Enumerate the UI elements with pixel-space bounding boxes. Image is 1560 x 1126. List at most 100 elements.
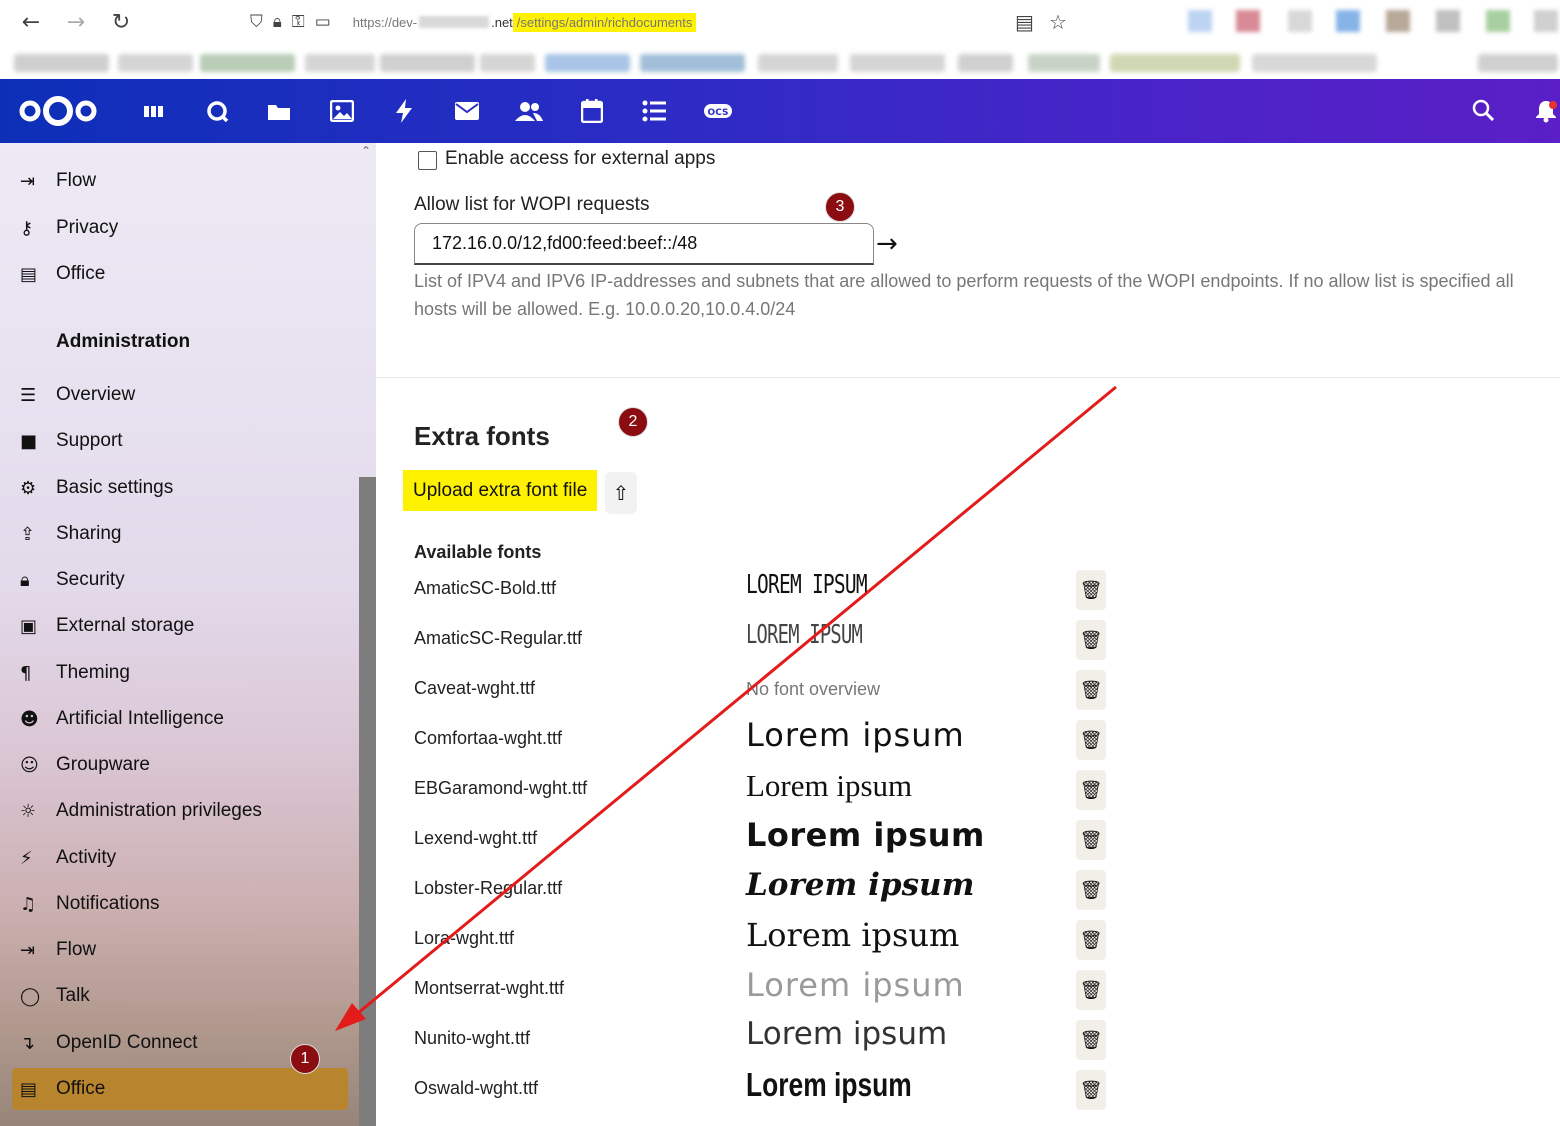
lock-icon[interactable]: 🔒︎ bbox=[273, 12, 282, 32]
bookmark-item[interactable] bbox=[850, 54, 945, 72]
delete-trash-icon[interactable]: 🗑 bbox=[1076, 720, 1106, 760]
nextcloud-logo[interactable] bbox=[18, 95, 98, 127]
sidebar-item-administration-privileges[interactable]: ☼ Administration privileges bbox=[12, 790, 348, 832]
upload-icon[interactable]: ⇧ bbox=[605, 472, 637, 514]
sidebar-item-security[interactable]: 🔒︎ Security bbox=[12, 559, 348, 601]
reader-view-icon[interactable]: ▤ bbox=[1015, 10, 1034, 34]
bookmark-item[interactable] bbox=[380, 54, 475, 72]
delete-trash-icon[interactable]: 🗑 bbox=[1076, 670, 1106, 710]
delete-trash-icon[interactable]: 🗑 bbox=[1076, 970, 1106, 1010]
calendar-icon[interactable] bbox=[577, 97, 607, 125]
search-icon[interactable] bbox=[1472, 99, 1495, 127]
address-bar[interactable]: ⛉ 🔒︎ ⚿ ▭ https://dev- .net /settings/adm… bbox=[250, 8, 697, 36]
delete-trash-icon[interactable]: 🗑 bbox=[1076, 1070, 1106, 1110]
delete-trash-icon[interactable]: 🗑 bbox=[1076, 570, 1106, 610]
reload-icon[interactable]: ↻ bbox=[107, 8, 135, 36]
extension-icon[interactable] bbox=[1336, 10, 1360, 32]
dashboard-icon[interactable] bbox=[139, 97, 169, 125]
delete-trash-icon[interactable]: 🗑 bbox=[1076, 620, 1106, 660]
extra-fonts-title: Extra fonts bbox=[414, 421, 550, 451]
font-row: Comfortaa-wght.ttf Lorem ipsum 🗑 bbox=[376, 716, 1560, 770]
files-icon[interactable] bbox=[264, 97, 294, 125]
gear-icon: ⚙ bbox=[20, 477, 37, 499]
talk-icon[interactable] bbox=[202, 97, 232, 125]
bookmark-item[interactable] bbox=[1110, 54, 1240, 72]
mail-icon[interactable] bbox=[452, 97, 482, 125]
sidebar-item-privacy[interactable]: ⚷ Privacy bbox=[12, 207, 348, 249]
delete-trash-icon[interactable]: 🗑 bbox=[1076, 1020, 1106, 1060]
sidebar-item-sharing[interactable]: ⇪ Sharing bbox=[12, 513, 348, 555]
chat-icon: ■ bbox=[20, 430, 38, 452]
url-text[interactable]: https://dev- .net /settings/admin/richdo… bbox=[353, 12, 697, 32]
extension-icon[interactable] bbox=[1288, 10, 1312, 32]
paint-roller-icon: ¶ bbox=[20, 662, 32, 684]
bookmark-item[interactable] bbox=[640, 54, 745, 72]
font-preview: Lorem ipsum bbox=[746, 867, 975, 903]
sidebar-item-theming[interactable]: ¶ Theming bbox=[12, 652, 348, 694]
sidebar-item-notifications[interactable]: ♫ Notifications bbox=[12, 883, 348, 925]
sidebar-item-basic-settings[interactable]: ⚙ Basic settings bbox=[12, 467, 348, 509]
font-name: AmaticSC-Bold.ttf bbox=[414, 578, 557, 598]
bookmark-item[interactable] bbox=[118, 54, 193, 72]
font-row: Caveat-wght.ttf No font overview 🗑 bbox=[376, 670, 1560, 720]
photos-icon[interactable] bbox=[327, 97, 357, 125]
permissions-icon[interactable]: ⚿ bbox=[292, 12, 305, 32]
sidebar-item-artificial-intelligence[interactable]: ☻ Artificial Intelligence bbox=[12, 698, 348, 740]
robot-icon: ☻ bbox=[20, 708, 39, 730]
sidebar-item-groupware[interactable]: ☺ Groupware bbox=[12, 744, 348, 786]
bookmark-item[interactable] bbox=[305, 54, 375, 72]
sidebar-item-activity[interactable]: ⚡ Activity bbox=[12, 837, 348, 879]
font-row: Montserrat-wght.ttf Lorem ipsum 🗑 bbox=[376, 966, 1560, 1020]
extension-icon[interactable] bbox=[1486, 10, 1510, 32]
sidebar-item-talk[interactable]: ◯ Talk bbox=[12, 975, 348, 1017]
extension-icon[interactable] bbox=[1534, 10, 1558, 32]
bookmark-item[interactable] bbox=[545, 54, 630, 72]
back-arrow-icon[interactable]: ← bbox=[17, 8, 45, 36]
sidebar-item-support[interactable]: ■ Support bbox=[12, 420, 348, 462]
delete-trash-icon[interactable]: 🗑 bbox=[1076, 770, 1106, 810]
nextcloud-header: OCS bbox=[0, 79, 1560, 143]
allow-list-input[interactable]: 172.16.0.0/12,fd00:feed:beef::/48 bbox=[414, 223, 874, 265]
screen-share-blocked-icon[interactable]: ▭ bbox=[315, 12, 331, 32]
upload-font-button[interactable]: Upload extra font file bbox=[403, 470, 598, 511]
forward-arrow-icon[interactable]: → bbox=[62, 8, 90, 36]
bookmark-item[interactable] bbox=[14, 54, 109, 72]
sidebar-item-office-personal[interactable]: ▤ Office bbox=[12, 253, 348, 295]
bookmark-item[interactable] bbox=[958, 54, 1013, 72]
extension-icon[interactable] bbox=[1188, 10, 1212, 32]
extension-icon[interactable] bbox=[1386, 10, 1410, 32]
delete-trash-icon[interactable]: 🗑 bbox=[1076, 820, 1106, 860]
tasks-icon[interactable] bbox=[639, 97, 669, 125]
scroll-up-chevron-icon[interactable]: ⌃ bbox=[361, 144, 371, 158]
contacts-icon[interactable] bbox=[514, 97, 544, 125]
key-icon: ⚷ bbox=[20, 217, 34, 239]
font-name: Lora-wght.ttf bbox=[414, 928, 515, 948]
bookmark-item[interactable] bbox=[480, 54, 535, 72]
sidebar-item-overview[interactable]: ☰ Overview bbox=[12, 374, 348, 416]
submit-arrow-icon[interactable]: → bbox=[876, 229, 898, 259]
extension-icon[interactable] bbox=[1436, 10, 1460, 32]
notification-dot bbox=[1549, 101, 1557, 109]
extension-icon[interactable] bbox=[1236, 10, 1260, 32]
bookmark-item[interactable] bbox=[1478, 54, 1558, 72]
bookmark-item[interactable] bbox=[1028, 54, 1100, 72]
sidebar-item-label: Flow bbox=[56, 939, 97, 960]
settings-content: Enable access for external apps Allow li… bbox=[376, 143, 1560, 1126]
sidebar-scrollbar-thumb[interactable] bbox=[359, 477, 376, 1126]
shield-icon[interactable]: ⛉ bbox=[250, 12, 263, 32]
external-apps-label[interactable]: Enable access for external apps bbox=[445, 148, 715, 170]
sidebar-item-flow-personal[interactable]: ⇥ Flow bbox=[12, 160, 348, 202]
font-name: Montserrat-wght.ttf bbox=[414, 978, 565, 998]
activity-icon[interactable] bbox=[389, 97, 419, 125]
sidebar-item-flow[interactable]: ⇥ Flow bbox=[12, 929, 348, 971]
bookmark-item[interactable] bbox=[200, 54, 295, 72]
sidebar-item-office-active[interactable]: ▤ Office bbox=[12, 1068, 348, 1110]
delete-trash-icon[interactable]: 🗑 bbox=[1076, 870, 1106, 910]
bookmark-item[interactable] bbox=[1252, 54, 1377, 72]
sidebar-item-external-storage[interactable]: ▣ External storage bbox=[12, 605, 348, 647]
bookmark-star-icon[interactable]: ☆ bbox=[1049, 10, 1067, 34]
external-apps-checkbox[interactable] bbox=[418, 151, 437, 170]
ocs-icon[interactable]: OCS bbox=[702, 97, 734, 125]
delete-trash-icon[interactable]: 🗑 bbox=[1076, 920, 1106, 960]
bookmark-item[interactable] bbox=[758, 54, 838, 72]
